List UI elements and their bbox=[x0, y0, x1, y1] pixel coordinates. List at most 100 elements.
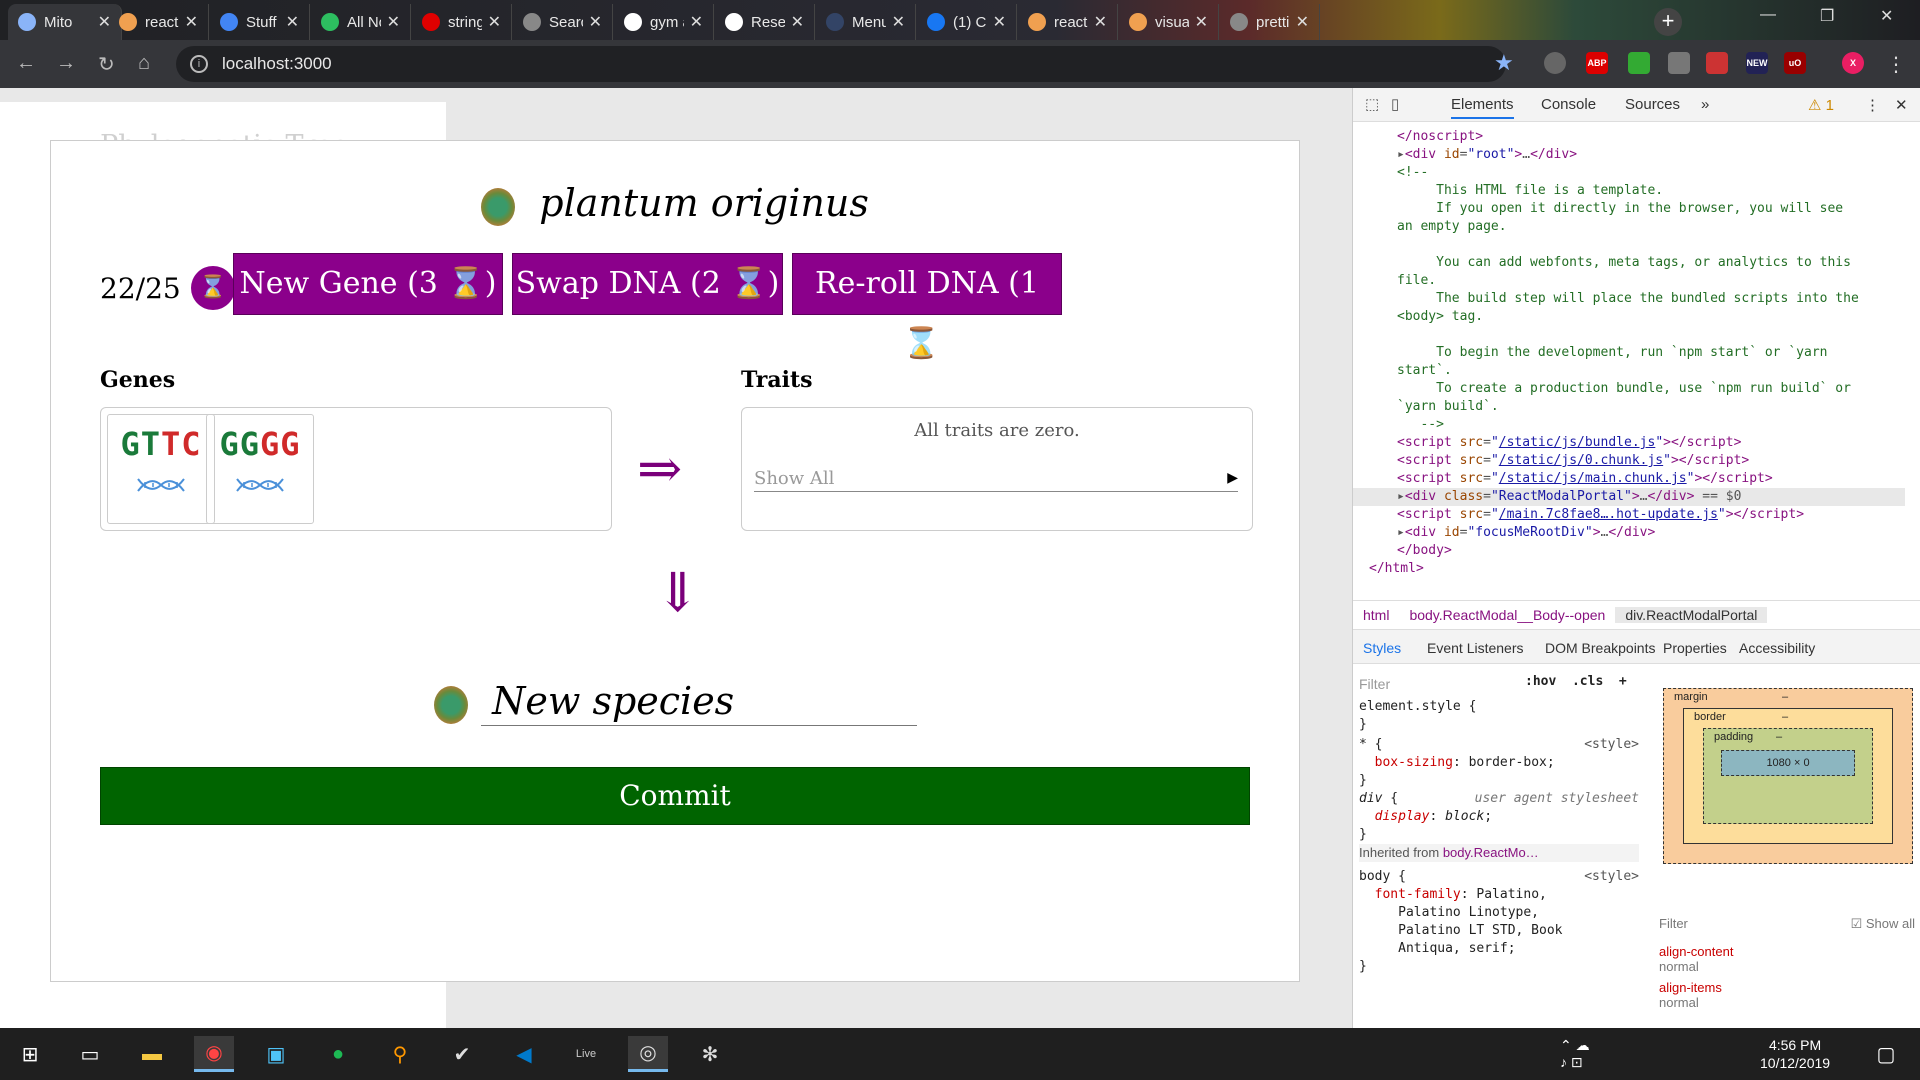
browser-tab[interactable]: react-i ✕ bbox=[1018, 4, 1118, 40]
tab-properties[interactable]: Properties bbox=[1663, 640, 1727, 656]
tab-dom-breakpoints[interactable]: DOM Breakpoints bbox=[1545, 640, 1655, 656]
show-all-checkbox[interactable]: ☑ Show all bbox=[1851, 916, 1915, 932]
spotify-icon[interactable]: ● bbox=[318, 1036, 358, 1072]
tab-close-icon[interactable]: ✕ bbox=[791, 12, 804, 32]
computed-filter-input[interactable]: Filter bbox=[1659, 916, 1688, 932]
new-gene-button[interactable]: New Gene (3 ⌛) bbox=[233, 253, 503, 315]
dom-line[interactable]: <script src="/static/js/main.chunk.js"><… bbox=[1353, 470, 1905, 488]
browser-tab[interactable]: Search ✕ bbox=[513, 4, 613, 40]
back-icon[interactable]: ← bbox=[16, 52, 36, 75]
tab-sources[interactable]: Sources bbox=[1625, 96, 1680, 113]
file-explorer-icon[interactable]: ▬ bbox=[132, 1036, 172, 1072]
tab-close-icon[interactable]: ✕ bbox=[993, 12, 1006, 32]
inspect-icon[interactable]: ⬚ bbox=[1365, 95, 1379, 113]
vscode-icon[interactable]: ◀ bbox=[504, 1036, 544, 1072]
extension-icon[interactable] bbox=[1628, 52, 1650, 74]
gene-card[interactable]: GTTC bbox=[107, 414, 215, 524]
browser-tab[interactable]: prettie ✕ bbox=[1220, 4, 1320, 40]
ublock-icon[interactable]: uO bbox=[1784, 52, 1806, 74]
steam-icon[interactable]: ◎ bbox=[628, 1036, 668, 1072]
ableton-live-icon[interactable]: Live bbox=[566, 1036, 606, 1072]
browser-tab[interactable]: (1) Clu ✕ bbox=[917, 4, 1017, 40]
task-view-icon[interactable]: ▭ bbox=[70, 1036, 110, 1072]
computed-property[interactable]: align-items normal bbox=[1659, 980, 1915, 1010]
computed-property[interactable]: align-content normal bbox=[1659, 944, 1915, 974]
new-species-input[interactable]: New species bbox=[492, 679, 734, 723]
devtools-close-icon[interactable]: ✕ bbox=[1895, 96, 1908, 114]
close-window-icon[interactable]: ✕ bbox=[1880, 6, 1893, 26]
site-info-icon[interactable]: i bbox=[190, 55, 208, 73]
browser-tab[interactable]: string.p ✕ bbox=[412, 4, 512, 40]
gene-card[interactable]: GGGG bbox=[206, 414, 314, 524]
dom-line[interactable]: <script src="/static/js/0.chunk.js"></sc… bbox=[1353, 452, 1905, 470]
browser-tab[interactable]: Reserv ✕ bbox=[715, 4, 815, 40]
vim-icon[interactable]: ✔ bbox=[442, 1036, 482, 1072]
dom-line[interactable]: <script src="/main.7c8fae8….hot-update.j… bbox=[1353, 506, 1905, 524]
reload-icon[interactable]: ↻ bbox=[98, 52, 115, 77]
commit-button[interactable]: Commit bbox=[100, 767, 1250, 825]
show-all-toggle[interactable]: Show All ▶ bbox=[754, 468, 1238, 492]
new-tab-button[interactable]: + bbox=[1654, 8, 1682, 36]
adblock-icon[interactable]: ABP bbox=[1586, 52, 1608, 74]
dom-line[interactable]: ▸<div id="focusMeRootDiv">…</div> bbox=[1353, 524, 1905, 542]
windows-start-icon[interactable]: ⊞ bbox=[10, 1036, 50, 1072]
tab-close-icon[interactable]: ✕ bbox=[1094, 12, 1107, 32]
extension-icon[interactable]: NEW bbox=[1746, 52, 1768, 74]
tab-close-icon[interactable]: ✕ bbox=[892, 12, 905, 32]
menu-icon[interactable]: ⋮ bbox=[1886, 52, 1906, 77]
extension-icon[interactable] bbox=[1544, 52, 1566, 74]
minimize-icon[interactable]: — bbox=[1760, 6, 1776, 24]
app-icon[interactable]: ▣ bbox=[256, 1036, 296, 1072]
tab-more[interactable]: » bbox=[1701, 96, 1709, 113]
swap-dna-button[interactable]: Swap DNA (2 ⌛) bbox=[512, 253, 783, 315]
system-clock[interactable]: 4:56 PM 10/12/2019 bbox=[1760, 1036, 1830, 1072]
browser-tab[interactable]: Menus ✕ bbox=[816, 4, 916, 40]
styles-filter-input[interactable]: Filter bbox=[1359, 672, 1519, 696]
device-toggle-icon[interactable]: ▯ bbox=[1391, 95, 1399, 113]
search-app-icon[interactable]: ⚲ bbox=[380, 1036, 420, 1072]
tab-close-icon[interactable]: ✕ bbox=[589, 12, 602, 32]
tab-close-icon[interactable]: ✕ bbox=[488, 12, 501, 32]
tab-console[interactable]: Console bbox=[1541, 96, 1596, 113]
shield-icon[interactable] bbox=[1706, 52, 1728, 74]
address-bar[interactable]: i localhost:3000 bbox=[176, 46, 1506, 82]
warnings-badge[interactable]: ⚠ 1 bbox=[1808, 96, 1834, 114]
breadcrumb-item[interactable]: html bbox=[1353, 607, 1399, 623]
hov-toggle[interactable]: :hov .cls + bbox=[1525, 674, 1627, 689]
dom-line[interactable]: ▸<div id="root">…</div> bbox=[1353, 146, 1905, 164]
notifications-icon[interactable]: ▢ bbox=[1866, 1036, 1906, 1072]
browser-tab[interactable]: react-ic ✕ bbox=[109, 4, 209, 40]
extension-icon[interactable] bbox=[1668, 52, 1690, 74]
breadcrumb-item[interactable]: body.ReactModal__Body--open bbox=[1399, 607, 1615, 623]
breadcrumb-item[interactable]: div.ReactModalPortal bbox=[1615, 607, 1768, 623]
tab-event-listeners[interactable]: Event Listeners bbox=[1427, 640, 1524, 656]
dom-line[interactable]: <script src="/static/js/bundle.js"></scr… bbox=[1353, 434, 1905, 452]
tab-close-icon[interactable]: ✕ bbox=[387, 12, 400, 32]
browser-tab[interactable]: Stuff tc ✕ bbox=[210, 4, 310, 40]
slack-icon[interactable]: ✻ bbox=[690, 1036, 730, 1072]
browser-tab[interactable]: visual s ✕ bbox=[1119, 4, 1219, 40]
tab-accessibility[interactable]: Accessibility bbox=[1739, 640, 1815, 656]
tab-close-icon[interactable]: ✕ bbox=[1296, 12, 1309, 32]
reroll-dna-button[interactable]: Re-roll DNA (1 ⌛) bbox=[792, 253, 1062, 361]
forward-icon[interactable]: → bbox=[56, 52, 76, 75]
tab-close-icon[interactable]: ✕ bbox=[1195, 12, 1208, 32]
profile-avatar[interactable]: X bbox=[1842, 52, 1864, 74]
tab-styles[interactable]: Styles bbox=[1363, 640, 1401, 656]
triangle-right-icon: ▶ bbox=[1227, 470, 1238, 486]
home-icon[interactable]: ⌂ bbox=[138, 52, 150, 75]
tab-close-icon[interactable]: ✕ bbox=[286, 12, 299, 32]
dom-line-selected[interactable]: ▸<div class="ReactModalPortal">…</div> =… bbox=[1353, 488, 1905, 506]
tray-icons[interactable]: ⌃ ☁ ♪ ⊡ bbox=[1560, 1036, 1600, 1072]
chrome-icon[interactable]: ◉ bbox=[194, 1036, 234, 1072]
devtools-menu-icon[interactable]: ⋮ bbox=[1865, 96, 1880, 114]
browser-tab[interactable]: All Not ✕ bbox=[311, 4, 411, 40]
new-species-field[interactable]: New species bbox=[434, 679, 917, 726]
browser-tab[interactable]: gym ar ✕ bbox=[614, 4, 714, 40]
bookmark-star-icon[interactable]: ★ bbox=[1494, 50, 1514, 76]
tab-close-icon[interactable]: ✕ bbox=[185, 12, 198, 32]
restore-icon[interactable]: ❐ bbox=[1820, 6, 1834, 26]
tab-elements[interactable]: Elements bbox=[1451, 96, 1514, 119]
browser-tab[interactable]: Mito ✕ bbox=[8, 4, 122, 40]
tab-close-icon[interactable]: ✕ bbox=[690, 12, 703, 32]
